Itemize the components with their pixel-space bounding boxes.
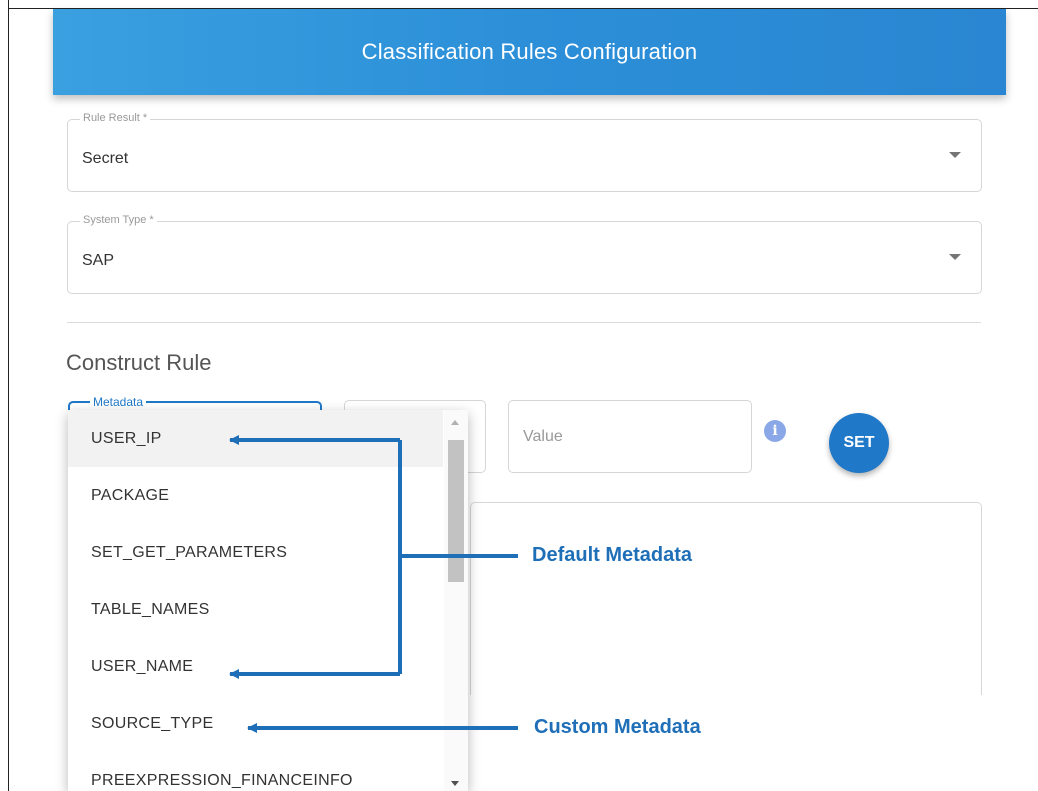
- construct-rule-title: Construct Rule: [66, 350, 212, 375]
- value-placeholder: Value: [523, 428, 563, 445]
- metadata-label: Metadata: [90, 395, 147, 409]
- info-icon[interactable]: i: [764, 420, 786, 442]
- set-button[interactable]: SET: [829, 413, 889, 473]
- chevron-down-icon: [949, 152, 961, 158]
- option-label: PACKAGE: [91, 487, 170, 504]
- metadata-option-table-names[interactable]: TABLE_NAMES: [68, 581, 443, 638]
- scroll-up-arrow-icon[interactable]: [451, 420, 459, 425]
- rule-result-select[interactable]: Rule Result * Secret: [67, 112, 982, 192]
- metadata-dropdown: USER_IP PACKAGE SET_GET_PARAMETERS TABLE…: [68, 410, 468, 791]
- metadata-option-user-name[interactable]: USER_NAME: [68, 638, 443, 695]
- system-type-select[interactable]: System Type * SAP: [67, 214, 982, 294]
- option-label: USER_IP: [91, 430, 162, 447]
- dropdown-scrollbar[interactable]: [444, 410, 468, 791]
- page-header: Classification Rules Configuration: [53, 9, 1006, 95]
- system-type-label: System Type *: [80, 214, 157, 226]
- value-input[interactable]: Value: [508, 400, 752, 473]
- default-metadata-annotation: Default Metadata: [532, 544, 693, 566]
- system-type-value: SAP: [82, 252, 115, 269]
- rule-expression-area[interactable]: [470, 502, 982, 695]
- chevron-down-icon: [949, 254, 961, 260]
- scroll-down-arrow-icon[interactable]: [451, 781, 459, 786]
- custom-metadata-annotation: Custom Metadata: [534, 716, 701, 738]
- metadata-option-package[interactable]: PACKAGE: [68, 467, 443, 524]
- metadata-option-user-ip[interactable]: USER_IP: [68, 410, 443, 467]
- page-title: Classification Rules Configuration: [361, 39, 698, 64]
- option-label: PREEXPRESSION_FINANCEINFO: [91, 772, 353, 789]
- section-divider: [67, 322, 981, 323]
- frame-border-left: [8, 0, 9, 791]
- rule-result-label: Rule Result *: [80, 112, 151, 124]
- option-label: TABLE_NAMES: [91, 601, 210, 618]
- metadata-option-preexpression-financeinfo[interactable]: PREEXPRESSION_FINANCEINFO: [68, 752, 443, 791]
- rule-result-value: Secret: [82, 150, 129, 167]
- option-label: USER_NAME: [91, 658, 194, 675]
- option-label: SOURCE_TYPE: [91, 715, 214, 732]
- option-label: SET_GET_PARAMETERS: [91, 544, 288, 561]
- metadata-option-source-type[interactable]: SOURCE_TYPE: [68, 695, 443, 752]
- scrollbar-thumb[interactable]: [448, 440, 464, 582]
- metadata-option-set-get-parameters[interactable]: SET_GET_PARAMETERS: [68, 524, 443, 581]
